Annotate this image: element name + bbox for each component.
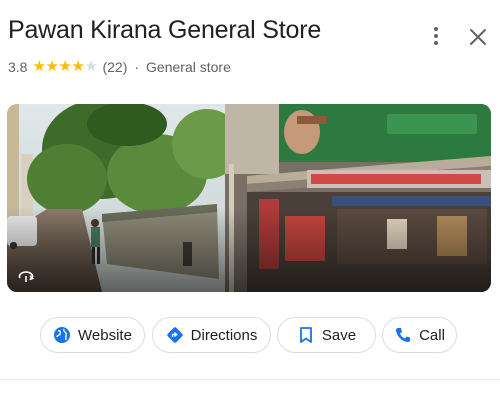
- rating-stars: ★ ★ ★ ★ ★: [32, 59, 97, 75]
- star-icon: ★: [58, 58, 72, 75]
- close-button[interactable]: [466, 25, 490, 49]
- close-icon: [470, 29, 486, 45]
- directions-icon: [166, 326, 184, 344]
- rating-value: 3.8: [8, 59, 28, 75]
- street-view-glyph: [18, 271, 34, 282]
- star-icon: ★: [71, 58, 85, 75]
- street-view-icon[interactable]: [17, 270, 35, 284]
- divider: [0, 379, 500, 380]
- call-button[interactable]: Call: [382, 317, 457, 353]
- call-label: Call: [419, 326, 445, 344]
- star-icon: ★: [32, 58, 46, 75]
- phone-icon: [394, 326, 412, 344]
- separator-dot: ·: [134, 59, 140, 75]
- more-vert-icon: [434, 27, 438, 45]
- bookmark-icon: [297, 326, 315, 344]
- place-category[interactable]: General store: [146, 59, 231, 75]
- star-icon: ★: [84, 58, 98, 75]
- directions-label: Directions: [190, 326, 258, 344]
- save-label: Save: [321, 326, 357, 344]
- rating-row: 3.8 ★ ★ ★ ★ ★ (22) · General store: [8, 59, 231, 76]
- street-photo: [7, 104, 491, 292]
- website-button[interactable]: Website: [40, 317, 145, 353]
- place-title: Pawan Kirana General Store: [8, 16, 322, 44]
- save-button[interactable]: Save: [277, 317, 376, 353]
- review-count[interactable]: (22): [102, 59, 127, 75]
- star-icon: ★: [45, 58, 59, 75]
- website-label: Website: [78, 326, 132, 344]
- globe-icon: [53, 326, 71, 344]
- directions-button[interactable]: Directions: [152, 317, 271, 353]
- more-options-button[interactable]: [424, 24, 448, 48]
- place-photo[interactable]: [7, 104, 491, 292]
